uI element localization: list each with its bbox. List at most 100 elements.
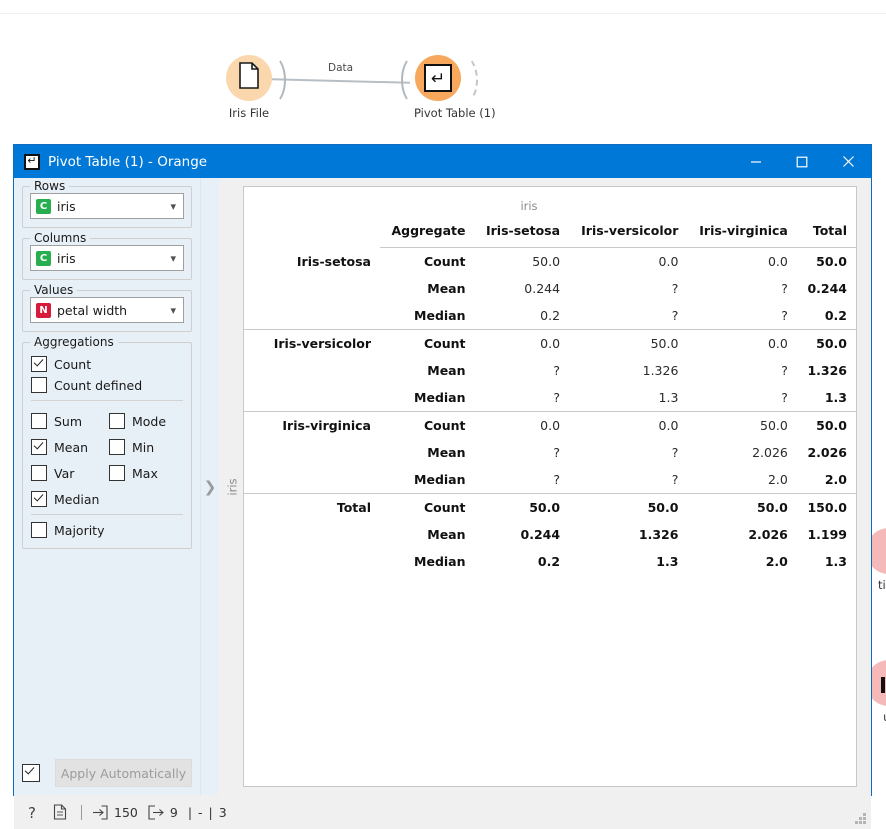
aggregation-checkbox-majority[interactable]: Majority	[31, 522, 183, 538]
cell-value: ?	[553, 472, 561, 487]
column-header-iris-versicolor[interactable]: Iris-versicolor	[569, 217, 688, 248]
columns-group-title: Columns	[30, 231, 91, 245]
table-row[interactable]: Mean ? 1.326 ? 1.326	[244, 357, 856, 384]
checkbox-label: Count defined	[54, 377, 143, 393]
input-count: 150	[114, 804, 138, 820]
table-empty-space	[244, 575, 856, 786]
maximize-button[interactable]	[779, 145, 825, 178]
row-variable-label: iris	[223, 186, 243, 787]
table-row[interactable]: Iris-virginica Count 0.0 0.0 50.0 50.0	[244, 411, 856, 439]
cell-value: 2.0	[767, 472, 788, 487]
pivot-table-frame[interactable]: iris Aggregate Iris-setosa Iris-versicol…	[243, 186, 857, 787]
aggregate-label: Mean	[427, 527, 466, 542]
aggregation-checkbox-min[interactable]: Min	[109, 439, 183, 455]
arrow-out-of-box-icon	[148, 804, 164, 820]
help-button[interactable]: ?	[26, 804, 41, 821]
node-body[interactable]: ↵	[401, 55, 478, 105]
table-row-total[interactable]: Total Count 50.0 50.0 50.0 150.0	[244, 493, 856, 521]
checkbox-icon[interactable]	[31, 465, 47, 481]
cell-value: 1.326	[642, 363, 679, 378]
cell-total: 150.0	[796, 493, 856, 521]
output-summary[interactable]: 9	[148, 805, 178, 820]
table-row[interactable]: Mean 0.244 ? ? 0.244	[244, 275, 856, 302]
checkbox-icon[interactable]	[109, 465, 125, 481]
aggregation-checkbox-median[interactable]: Median	[31, 491, 183, 507]
checkbox-icon[interactable]	[31, 377, 47, 393]
checkbox-icon[interactable]	[31, 439, 47, 455]
status-divider	[81, 804, 82, 820]
minimize-button[interactable]	[733, 145, 779, 178]
checkbox-icon[interactable]	[31, 491, 47, 507]
checkbox-icon[interactable]	[31, 356, 47, 372]
cell-total: 1.3	[824, 390, 847, 405]
resize-grip[interactable]	[854, 813, 867, 826]
divider	[31, 400, 183, 401]
cell-value: 0.0	[569, 411, 688, 439]
close-button[interactable]	[825, 145, 871, 178]
table-row[interactable]: Iris-setosa Count 50.0 0.0 0.0 50.0	[244, 248, 856, 276]
column-header-total[interactable]: Total	[796, 217, 856, 248]
aggregation-checkbox-max[interactable]: Max	[109, 465, 183, 481]
checkbox-icon[interactable]	[31, 522, 47, 538]
table-row[interactable]: Median ? 1.3 ? 1.3	[244, 384, 856, 412]
node-body[interactable]	[226, 55, 286, 105]
chevron-down-icon[interactable]: ▾	[170, 304, 176, 317]
aggregation-checkbox-sum[interactable]: Sum	[31, 413, 105, 429]
aggregations-grid: Sum Mode Mean Min Var Max	[31, 408, 183, 486]
maximize-icon	[796, 156, 808, 167]
columns-combobox[interactable]: C iris ▾	[30, 245, 184, 271]
chevron-right-icon[interactable]: ❯	[204, 478, 217, 496]
column-header-iris-setosa[interactable]: Iris-setosa	[474, 217, 570, 248]
extra-count: 3	[218, 804, 227, 820]
cell-value: 0.0	[687, 329, 797, 357]
chevron-down-icon[interactable]: ▾	[170, 252, 176, 265]
column-header-iris-virginica[interactable]: Iris-virginica	[687, 217, 797, 248]
checkbox-icon[interactable]	[109, 413, 125, 429]
aggregate-label: Median	[414, 308, 466, 323]
apply-automatically-button[interactable]: Apply Automatically	[55, 759, 192, 787]
cell-value: 2.0	[765, 554, 788, 569]
table-row-total[interactable]: Median 0.2 1.3 2.0 1.3	[244, 548, 856, 575]
widget-node-iris-file[interactable]: Iris File	[225, 55, 286, 120]
row-group-label	[244, 357, 380, 384]
window-titlebar[interactable]: ↵ Pivot Table (1) - Orange	[14, 145, 871, 178]
rows-combobox[interactable]: C iris ▾	[30, 193, 184, 219]
row-group-label	[244, 275, 380, 302]
canvas-top-rule	[0, 13, 886, 14]
checkbox-icon[interactable]	[109, 439, 125, 455]
rows-group-title: Rows	[30, 179, 70, 193]
checkbox-label: Mean	[54, 439, 89, 455]
aggregation-checkbox-count-defined[interactable]: Count defined	[31, 377, 183, 393]
report-button[interactable]	[53, 804, 67, 820]
aggregate-label: Median	[414, 554, 466, 569]
cell-value: ?	[671, 281, 679, 296]
column-variable-label: iris	[520, 199, 538, 213]
apply-automatically-row[interactable]: Apply Automatically	[22, 759, 192, 795]
cell-value: ?	[671, 445, 679, 460]
table-row[interactable]: Median 0.2 ? ? 0.2	[244, 302, 856, 330]
cell-value: 50.0	[474, 493, 570, 521]
aggregation-checkbox-var[interactable]: Var	[31, 465, 105, 481]
panel-splitter[interactable]: ❯	[200, 178, 219, 795]
status-bar: ? 150 9 | - | 3	[14, 795, 871, 829]
pivot-table[interactable]: Aggregate Iris-setosa Iris-versicolor Ir…	[244, 217, 856, 575]
aggregation-checkbox-mean[interactable]: Mean	[31, 439, 105, 455]
aggregation-checkbox-count[interactable]: Count	[31, 356, 183, 372]
table-row[interactable]: Median ? ? 2.0 2.0	[244, 466, 856, 494]
chevron-down-icon[interactable]: ▾	[170, 200, 176, 213]
input-summary[interactable]: 150	[92, 805, 138, 820]
aggregation-checkbox-mode[interactable]: Mode	[109, 413, 183, 429]
checkbox-icon[interactable]	[31, 413, 47, 429]
column-header-aggregate[interactable]: Aggregate	[380, 217, 475, 248]
widget-node-pivot-table[interactable]: ↵ Pivot Table (1)	[401, 55, 496, 120]
cell-total: 2.026	[807, 445, 847, 460]
values-combobox[interactable]: N petal width ▾	[30, 297, 184, 323]
table-row[interactable]: Mean ? ? 2.026 2.026	[244, 439, 856, 466]
cell-value: 0.0	[474, 329, 570, 357]
link-iris-file-to-pivot-table[interactable]	[272, 78, 410, 84]
output-bracket-dashed	[448, 55, 478, 105]
pivot-table-window: ↵ Pivot Table (1) - Orange Rows C iris ▾…	[14, 145, 871, 829]
table-row-total[interactable]: Mean 0.244 1.326 2.026 1.199	[244, 521, 856, 548]
checkbox-icon[interactable]	[22, 764, 40, 782]
table-row[interactable]: Iris-versicolor Count 0.0 50.0 0.0 50.0	[244, 329, 856, 357]
